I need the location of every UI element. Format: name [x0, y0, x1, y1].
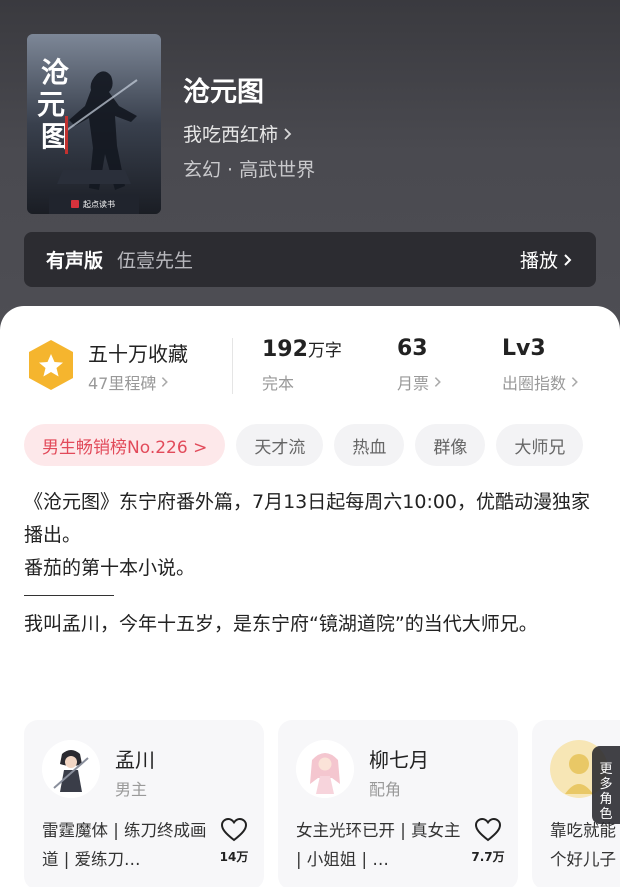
description-line-3: 我叫孟川，今年十五岁，是东宁府“镜湖道院”的当代大师兄。 [24, 613, 538, 635]
chevron-right-icon [571, 377, 578, 387]
character-role: 配角 [369, 780, 402, 799]
like-button[interactable]: 14万 [214, 817, 254, 865]
audio-narrator: 伍壹先生 [117, 250, 194, 272]
word-count-number: 192 [262, 337, 308, 362]
cover-title-char-2: 元 [37, 88, 65, 121]
word-count-unit: 万字 [307, 341, 342, 361]
milestone-link[interactable]: 47里程碑 [88, 370, 172, 394]
heart-icon [220, 817, 248, 842]
cover-title-char-1: 沧 [41, 56, 69, 89]
monthly-tickets: 63 [397, 336, 428, 361]
tag-item[interactable]: 大师兄 [496, 424, 584, 466]
character-card[interactable]: 孟川 男主 雷霆魔体 | 练刀终成画道 | 爱练刀… 14万 [24, 720, 264, 887]
stats-row: 五十万收藏 47里程碑 192万字 完本 63 月票 Lv3 出圈指数 [0, 336, 620, 396]
monthly-tickets-label: 月票 [397, 374, 430, 393]
tag-item[interactable]: 群像 [415, 424, 486, 466]
audio-label: 有声版 [46, 250, 104, 272]
like-button[interactable]: 7.7万 [468, 817, 508, 865]
chevron-right-icon [284, 127, 292, 140]
star-badge-icon [29, 340, 73, 390]
rank-tag[interactable]: 男生畅销榜No.226 > [24, 424, 226, 466]
popularity-index-link[interactable]: 出圈指数 [502, 370, 582, 394]
collect-count: 五十万收藏 [88, 342, 188, 366]
book-genre: 玄幻 · 高武世界 [183, 159, 316, 181]
author-name: 我吃西红柿 [183, 124, 279, 146]
tag-item[interactable]: 天才流 [236, 424, 324, 466]
more-roles-char: 角 [599, 792, 613, 807]
chevron-right-icon [564, 253, 572, 266]
author-link[interactable]: 我吃西红柿 [183, 120, 294, 147]
word-count: 192万字 [262, 336, 342, 362]
popularity-index-label: 出圈指数 [502, 374, 567, 393]
more-roles-char: 更 [599, 762, 613, 777]
audio-version-bar[interactable]: 有声版 伍壹先生 播放 [24, 232, 596, 287]
description-line-1: 《沧元图》东宁府番外篇，7月13日起每周六10:00，优酷动漫独家播出。 [24, 491, 591, 546]
play-label: 播放 [519, 250, 558, 272]
character-role: 男主 [115, 780, 148, 799]
character-desc: 女主光环已开 | 真女主 | 小姐姐 | … [296, 821, 461, 869]
character-avatar [42, 740, 100, 798]
character-name: 孟川 [115, 748, 155, 772]
tag-list: 男生畅销榜No.226 > 天才流 热血 群像 大师兄 [24, 424, 584, 466]
chevron-right-icon [434, 377, 441, 387]
more-roles-char: 多 [599, 777, 613, 792]
more-roles-button[interactable]: 更 多 角 色 [592, 746, 620, 824]
play-button[interactable]: 播放 [520, 246, 574, 273]
monthly-tickets-number: 63 [397, 336, 428, 361]
book-header: 沧 元 图 起点读书 沧元图 我吃西红柿 玄幻 · 高武世界 有声版 伍壹先生 … [0, 0, 620, 340]
book-description[interactable]: 《沧元图》东宁府番外篇，7月13日起每周六10:00，优酷动漫独家播出。 番茄的… [24, 486, 604, 641]
chevron-right-icon [162, 377, 169, 387]
popularity-level-number: Lv3 [502, 336, 546, 361]
milestone-label: 47里程碑 [88, 374, 157, 393]
like-count: 7.7万 [471, 850, 505, 864]
cover-art: 沧 元 图 起点读书 [27, 34, 161, 214]
like-count: 14万 [219, 850, 249, 864]
stats-divider [232, 338, 233, 394]
book-cover[interactable]: 沧 元 图 起点读书 [27, 34, 161, 214]
description-divider [24, 595, 114, 596]
cover-publisher: 起点读书 [83, 199, 115, 209]
tag-item[interactable]: 热血 [334, 424, 405, 466]
character-desc: 靠吃就能个好儿子 [550, 821, 616, 869]
cover-title-char-3: 图 [41, 120, 69, 153]
book-title: 沧元图 [183, 77, 264, 108]
character-desc: 雷霆魔体 | 练刀终成画道 | 爱练刀… [42, 821, 207, 869]
monthly-tickets-link[interactable]: 月票 [397, 370, 445, 394]
character-name: 柳七月 [369, 748, 429, 772]
character-avatar [296, 740, 354, 798]
description-line-2: 番茄的第十本小说。 [24, 557, 196, 579]
heart-icon [474, 817, 502, 842]
more-roles-char: 色 [599, 807, 613, 822]
popularity-level: Lv3 [502, 336, 546, 361]
completion-status: 完本 [262, 374, 295, 393]
character-card[interactable]: 柳七月 配角 女主光环已开 | 真女主 | 小姐姐 | … 7.7万 [278, 720, 518, 887]
book-detail-panel: 五十万收藏 47里程碑 192万字 完本 63 月票 Lv3 出圈指数 男生畅销… [0, 306, 620, 887]
